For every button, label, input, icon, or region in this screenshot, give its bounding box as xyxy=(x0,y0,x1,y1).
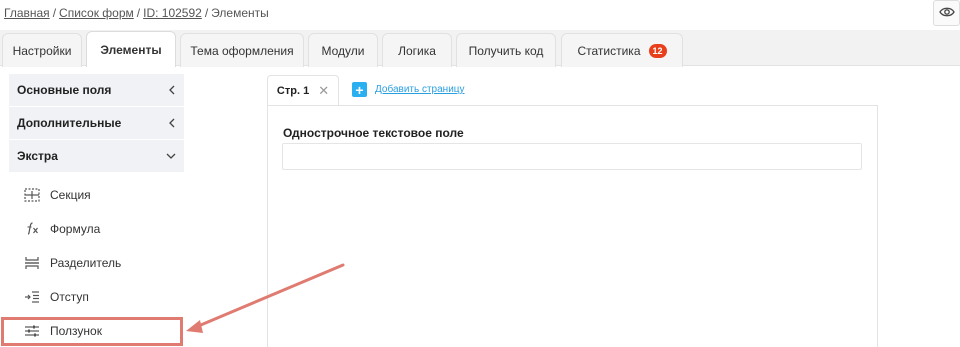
tab-label: Модули xyxy=(321,43,365,58)
breadcrumb-current: Элементы xyxy=(211,6,269,20)
breadcrumb-separator: / xyxy=(52,6,57,20)
breadcrumb-separator: / xyxy=(204,6,209,20)
tab-label: Получить код xyxy=(468,43,544,58)
text-field[interactable] xyxy=(282,143,862,170)
indent-icon xyxy=(23,289,41,305)
sidebar-item-label: Формула xyxy=(50,222,101,236)
sidebar-item-section[interactable]: Секция xyxy=(9,182,184,208)
tab-statistics[interactable]: Статистика 12 xyxy=(561,33,683,67)
elements-sidebar: Основные поля Дополнительные Экстра xyxy=(9,74,184,173)
sidebar-item-divider[interactable]: Разделитель xyxy=(9,250,184,276)
add-page-link[interactable]: Добавить страницу xyxy=(375,84,465,95)
eye-icon xyxy=(938,6,955,21)
sidebar-item-label: Разделитель xyxy=(50,256,122,270)
sidebar-section-basic[interactable]: Основные поля xyxy=(9,74,184,107)
tab-get-code[interactable]: Получить код xyxy=(456,33,556,67)
page-tab-1[interactable]: Стр. 1 ✕ xyxy=(267,75,339,105)
sidebar-item-formula[interactable]: Формула xyxy=(9,216,184,242)
tab-modules[interactable]: Модули xyxy=(308,33,378,67)
tab-label: Настройки xyxy=(12,43,72,58)
tab-theme[interactable]: Тема оформления xyxy=(180,33,304,67)
divider-icon xyxy=(23,255,41,271)
sidebar-section-label: Основные поля xyxy=(17,83,112,97)
preview-button[interactable] xyxy=(933,0,960,26)
tab-logic[interactable]: Логика xyxy=(382,33,452,67)
breadcrumb: Главная / Список форм / ID: 102592/Элементы xyxy=(4,6,269,20)
highlight-box xyxy=(1,317,183,346)
breadcrumb-home-link[interactable]: Главная xyxy=(4,6,50,20)
field-label: Однострочное текстовое поле xyxy=(283,126,464,140)
breadcrumb-separator: / xyxy=(136,6,141,20)
tab-elements[interactable]: Элементы xyxy=(86,31,176,67)
breadcrumb-id-link[interactable]: ID: 102592 xyxy=(143,6,202,20)
chevron-down-icon xyxy=(166,151,176,161)
sidebar-item-indent[interactable]: Отступ xyxy=(9,284,184,310)
tab-label: Тема оформления xyxy=(190,43,294,58)
tab-label: Статистика xyxy=(577,43,641,58)
tab-settings[interactable]: Настройки xyxy=(2,33,82,67)
add-page-control[interactable]: + Добавить страницу xyxy=(352,82,465,97)
close-icon[interactable]: ✕ xyxy=(318,83,329,99)
sidebar-item-label: Секция xyxy=(50,188,91,202)
sidebar-section-label: Экстра xyxy=(17,149,58,163)
statistics-count-badge: 12 xyxy=(648,43,667,58)
plus-icon[interactable]: + xyxy=(352,82,367,97)
chevron-left-icon xyxy=(166,85,176,95)
page-tab-label: Стр. 1 xyxy=(276,84,310,97)
sidebar-section-label: Дополнительные xyxy=(17,116,122,130)
tab-label: Элементы xyxy=(100,42,162,57)
sidebar-section-extra[interactable]: Экстра xyxy=(9,140,184,173)
breadcrumb-forms-link[interactable]: Список форм xyxy=(59,6,134,20)
sidebar-section-additional[interactable]: Дополнительные xyxy=(9,107,184,140)
chevron-left-icon xyxy=(166,118,176,128)
tab-label: Логика xyxy=(398,43,436,58)
sidebar-item-label: Отступ xyxy=(50,290,89,304)
formula-icon xyxy=(23,221,41,237)
tab-bar: Настройки Элементы Тема оформления Модул… xyxy=(0,30,960,67)
form-canvas xyxy=(267,105,878,347)
section-icon xyxy=(23,187,41,203)
